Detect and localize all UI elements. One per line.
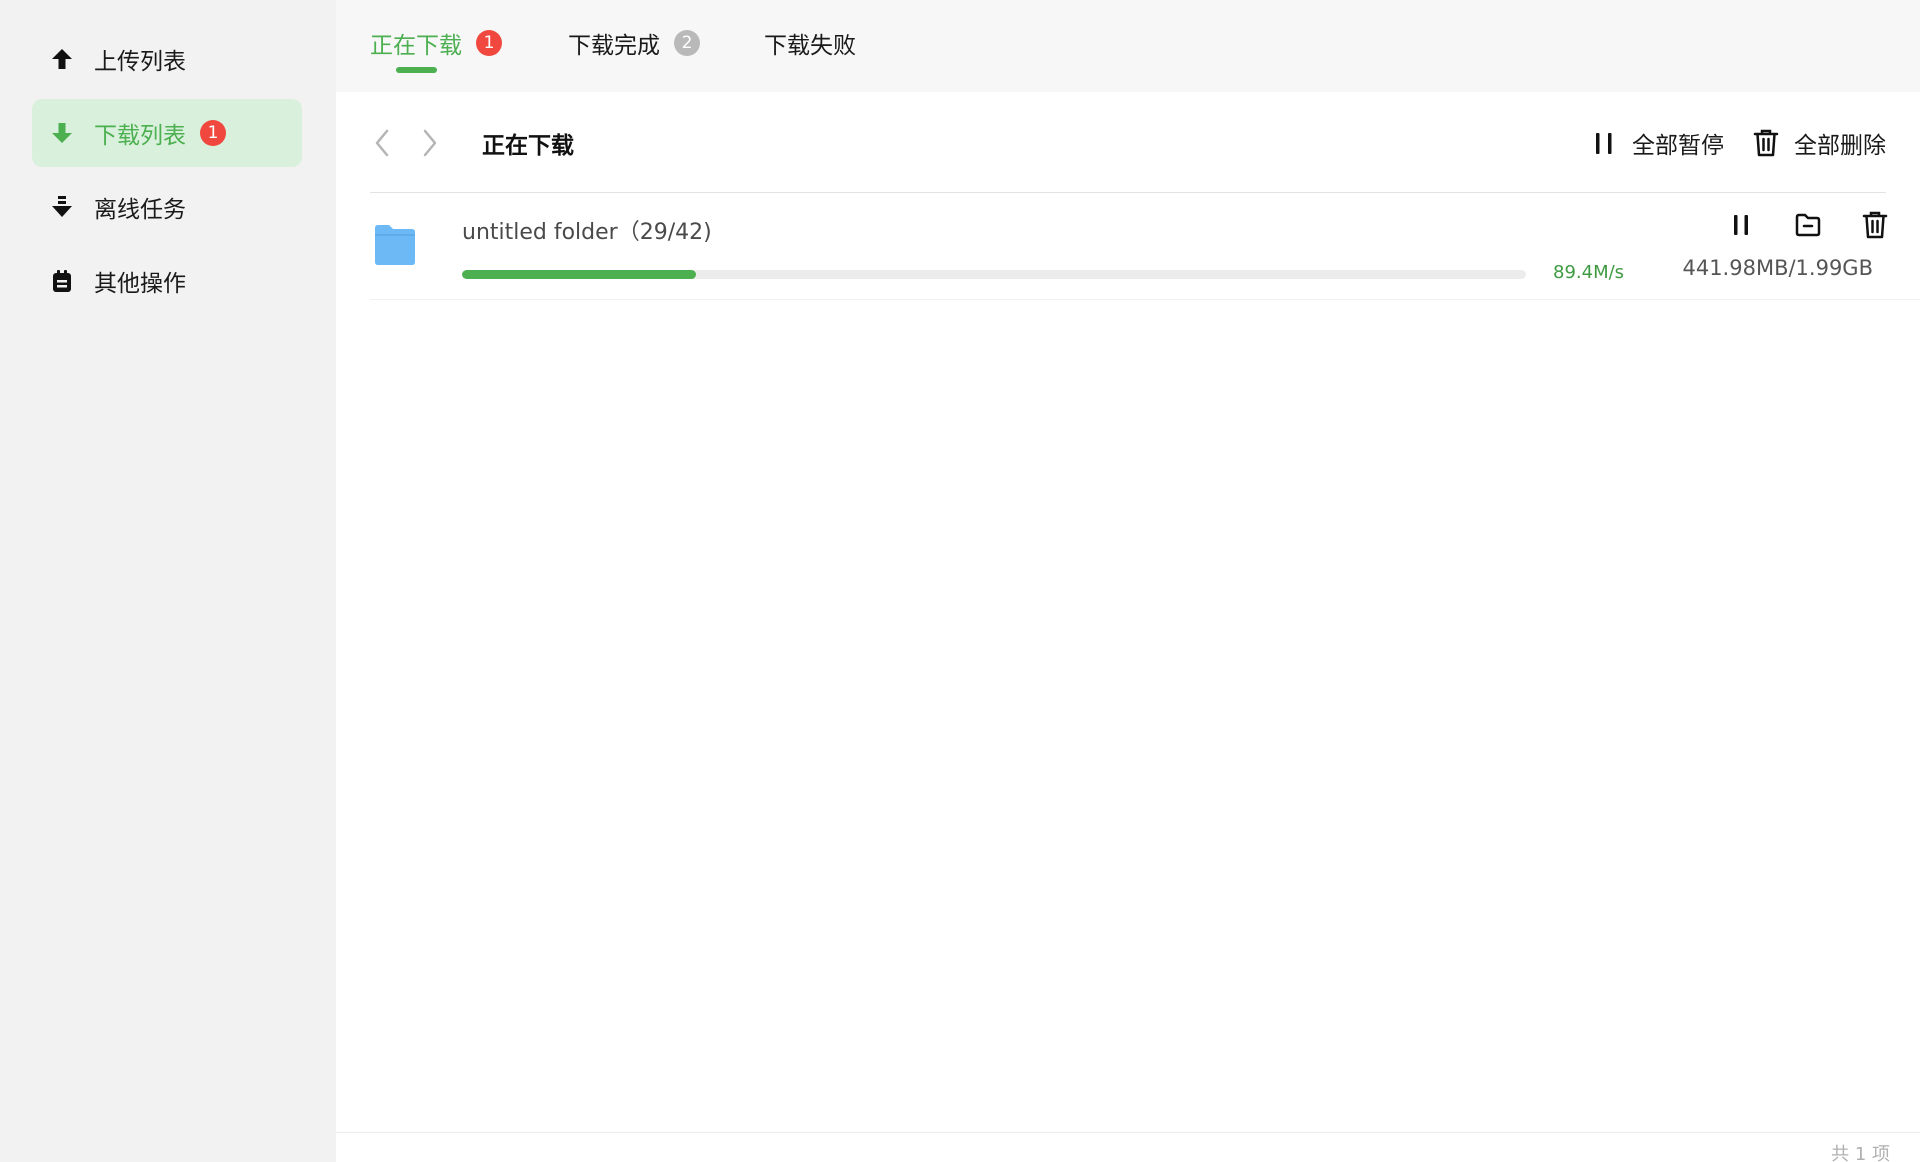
sidebar-item-label: 离线任务 (94, 197, 186, 223)
tab-download-complete[interactable]: 下载完成 2 (568, 26, 700, 60)
progress-fill (462, 270, 697, 279)
offline-download-icon (50, 195, 74, 219)
row-actions (1726, 210, 1920, 240)
footer-divider (336, 1132, 1920, 1133)
file-name: untitled folder（29/42) (462, 220, 712, 245)
toolbar-actions: 全部暂停 全部删除 (1562, 126, 1886, 160)
pause-button[interactable] (1726, 210, 1756, 240)
pause-icon (1734, 215, 1748, 235)
delete-all-button[interactable]: 全部删除 (1752, 126, 1886, 160)
tab-downloading[interactable]: 正在下载 1 (370, 26, 502, 60)
open-folder-icon (1795, 213, 1821, 237)
trash-icon (1753, 129, 1779, 157)
tab-badge: 1 (476, 30, 502, 56)
sidebar-item-label: 其他操作 (94, 271, 186, 297)
sidebar-item-offline-tasks[interactable]: 离线任务 (32, 173, 302, 241)
folder-icon (375, 225, 415, 265)
back-arrow-icon[interactable] (370, 128, 394, 158)
download-row[interactable]: untitled folder（29/42) 89.4M/s 441.98MB/… (370, 194, 1920, 300)
forward-arrow-icon[interactable] (418, 128, 442, 158)
download-size: 441.98MB/1.99GB (1682, 256, 1873, 280)
sidebar: 上传列表 下载列表 1 离线任务 其他操作 (0, 0, 336, 1162)
tab-download-failed[interactable]: 下载失败 (764, 26, 856, 60)
trash-icon (1862, 211, 1888, 239)
sidebar-item-upload-list[interactable]: 上传列表 (32, 25, 302, 93)
active-tab-indicator (396, 67, 437, 73)
pause-icon (1596, 133, 1612, 154)
item-count: 共 1 项 (1831, 1144, 1890, 1162)
tab-label: 正在下载 (370, 33, 462, 59)
upload-arrow-icon (50, 47, 74, 71)
tab-label: 下载完成 (568, 33, 660, 59)
download-count-badge: 1 (200, 120, 226, 146)
sidebar-item-label: 上传列表 (94, 49, 186, 75)
delete-all-label: 全部删除 (1794, 133, 1886, 159)
progress-bar (462, 270, 1526, 279)
toolbar: 正在下载 全部暂停 全部删除 (370, 118, 1886, 168)
delete-button[interactable] (1860, 210, 1890, 240)
tab-bar: 正在下载 1 下载完成 2 下载失败 (336, 0, 1920, 92)
download-arrow-icon (50, 121, 74, 145)
page-title: 正在下载 (482, 133, 574, 159)
open-folder-button[interactable] (1793, 210, 1823, 240)
toolbar-divider (370, 192, 1886, 193)
sidebar-item-other-actions[interactable]: 其他操作 (32, 247, 302, 315)
sidebar-item-label: 下载列表 (94, 123, 186, 149)
pause-all-label: 全部暂停 (1632, 133, 1724, 159)
sidebar-item-download-list[interactable]: 下载列表 1 (32, 99, 302, 167)
tab-label: 下载失败 (764, 33, 856, 59)
pause-all-button[interactable]: 全部暂停 (1590, 126, 1724, 160)
main-panel: 正在下载 1 下载完成 2 下载失败 正在下载 全部暂停 全部删除 untitl… (336, 0, 1920, 1162)
tab-badge: 2 (674, 30, 700, 56)
clipboard-icon (50, 269, 74, 293)
app-window: 上传列表 下载列表 1 离线任务 其他操作 正在下载 1 下载完成 2 下载失败… (0, 0, 1920, 1162)
